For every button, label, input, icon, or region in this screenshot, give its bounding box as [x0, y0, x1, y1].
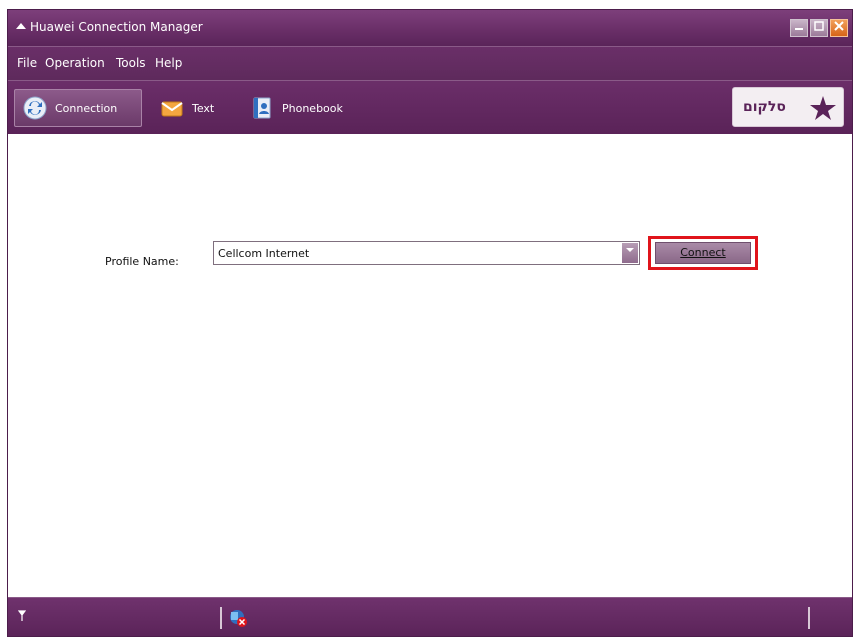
brand-logo: סלקום	[732, 87, 844, 127]
profile-name-select[interactable]: Cellcom Internet	[213, 241, 640, 265]
signal-icon	[17, 610, 27, 625]
status-divider	[220, 607, 222, 629]
connect-button[interactable]: Connect	[655, 242, 751, 264]
minimize-button[interactable]	[790, 19, 808, 37]
title-bar[interactable]: Huawei Connection Manager	[8, 10, 852, 46]
tab-phonebook[interactable]: Phonebook	[242, 89, 362, 127]
main-content: Profile Name: Cellcom Internet Connect	[8, 134, 852, 597]
app-icon	[15, 21, 27, 33]
tab-connection-label: Connection	[55, 101, 118, 115]
connection-icon	[23, 96, 47, 120]
phonebook-icon	[250, 96, 274, 120]
toolbar: Connection Text Phonebook סלקום	[8, 80, 852, 134]
menu-operation[interactable]: Operation	[45, 56, 105, 70]
status-bar	[8, 597, 852, 636]
menu-help[interactable]: Help	[155, 56, 182, 70]
tab-text[interactable]: Text	[152, 89, 232, 127]
maximize-button[interactable]	[810, 19, 828, 37]
profile-name-label: Profile Name:	[105, 255, 179, 268]
profile-name-value: Cellcom Internet	[218, 247, 310, 260]
menu-file[interactable]: File	[17, 56, 37, 70]
menu-tools[interactable]: Tools	[116, 56, 146, 70]
envelope-icon	[160, 96, 184, 120]
tab-phonebook-label: Phonebook	[282, 101, 343, 115]
chevron-down-icon[interactable]	[622, 243, 638, 263]
network-status-icon[interactable]	[228, 608, 248, 628]
logo-text: סלקום	[743, 99, 786, 115]
close-button[interactable]	[830, 19, 848, 37]
menu-bar: File Operation Tools Help	[8, 46, 852, 80]
window-title: Huawei Connection Manager	[30, 20, 203, 34]
tab-text-label: Text	[192, 101, 215, 115]
tab-connection[interactable]: Connection	[14, 89, 142, 127]
star-icon	[810, 96, 836, 120]
app-window: Huawei Connection Manager File Operation…	[7, 9, 853, 637]
status-divider-right	[808, 607, 810, 629]
